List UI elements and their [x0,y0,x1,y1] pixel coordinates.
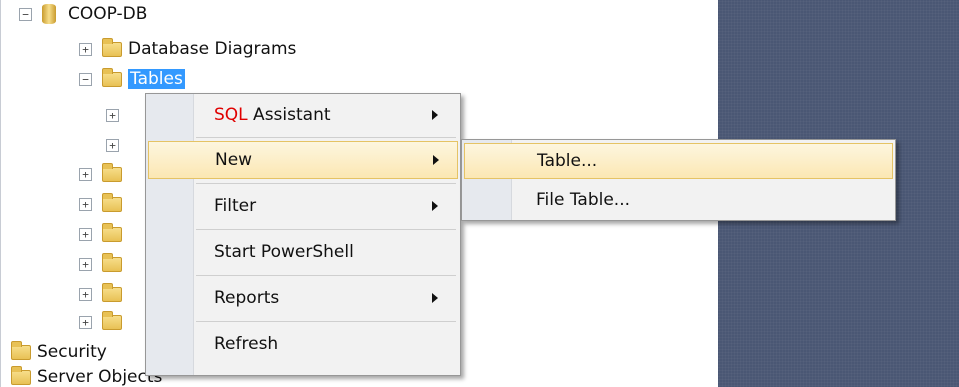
new-submenu: Table... File Table... [461,139,896,221]
folder-icon [11,365,31,385]
database-icon [42,4,56,24]
folder-icon [11,340,31,360]
folder-icon [102,252,122,272]
tree-node-collapsed[interactable]: + [106,103,129,127]
tree-node-label: COOP-DB [68,4,148,24]
menu-separator [196,183,456,184]
tree-node-tables[interactable]: − Tables [79,67,185,91]
tree-node-collapsed[interactable]: + [79,282,128,306]
menu-item-label: New [215,150,253,170]
folder-icon [102,222,122,242]
menu-item-filter[interactable]: Filter [148,187,458,225]
folder-icon [102,162,122,182]
menu-item-start-powershell[interactable]: Start PowerShell [148,233,458,271]
menu-item-label: SQL Assistant [214,105,331,125]
context-menu: SQL Assistant New Filter Start PowerShel… [145,93,461,376]
menu-separator [196,321,456,322]
tree-node-collapsed[interactable]: + [79,222,128,246]
menu-item-new[interactable]: New [148,141,458,179]
tree-node-security[interactable]: Security [11,340,107,364]
submenu-arrow-icon [433,155,439,165]
sql-assistant-label: Assistant [247,105,331,125]
folder-icon [102,67,122,87]
folder-icon [102,37,122,57]
menu-item-reports[interactable]: Reports [148,279,458,317]
expand-icon[interactable]: + [79,287,92,301]
tree-node-collapsed[interactable]: + [79,162,128,186]
tree-node-collapsed[interactable]: + [79,252,128,276]
tree-node-collapsed[interactable]: + [79,192,128,216]
tree-node-database-diagrams[interactable]: + Database Diagrams [79,37,296,61]
tree-node-database[interactable]: − COOP-DB [19,2,147,26]
submenu-arrow-icon [432,201,438,211]
folder-icon [102,282,122,302]
menu-item-refresh[interactable]: Refresh [148,325,458,363]
tree-node-collapsed[interactable]: + [79,310,128,334]
folder-icon [102,310,122,330]
menu-item-label: Start PowerShell [214,242,354,262]
menu-item-table[interactable]: Table... [464,143,893,179]
tree-node-label: Security [37,342,107,362]
tree-node-label: Tables [128,69,185,89]
sql-prefix: SQL [214,105,248,125]
tree-node-collapsed[interactable]: + [106,133,129,157]
tree-node-label: Database Diagrams [128,39,297,59]
menu-item-label: File Table... [536,190,631,210]
menu-item-label: Refresh [214,334,279,354]
expand-icon[interactable]: + [106,138,119,152]
expand-icon[interactable]: + [79,42,92,56]
collapse-icon[interactable]: − [79,72,92,86]
expand-icon[interactable]: + [79,197,92,211]
tree-node-server-objects[interactable]: Server Objects [11,365,162,387]
expand-icon[interactable]: + [106,108,119,122]
menu-item-file-table[interactable]: File Table... [464,182,893,218]
menu-item-label: Filter [214,196,257,216]
expand-icon[interactable]: + [79,167,92,181]
submenu-arrow-icon [432,110,438,120]
menu-separator [196,229,456,230]
tree-node-label: Server Objects [37,367,163,387]
menu-separator [196,275,456,276]
expand-icon[interactable]: + [79,227,92,241]
menu-item-label: Table... [537,151,598,171]
folder-icon [102,192,122,212]
menu-item-label: Reports [214,288,280,308]
menu-item-sql-assistant[interactable]: SQL Assistant [148,96,458,134]
expand-icon[interactable]: + [79,315,92,329]
collapse-icon[interactable]: − [19,7,32,21]
menu-separator [196,137,456,138]
submenu-arrow-icon [432,293,438,303]
expand-icon[interactable]: + [79,257,92,271]
